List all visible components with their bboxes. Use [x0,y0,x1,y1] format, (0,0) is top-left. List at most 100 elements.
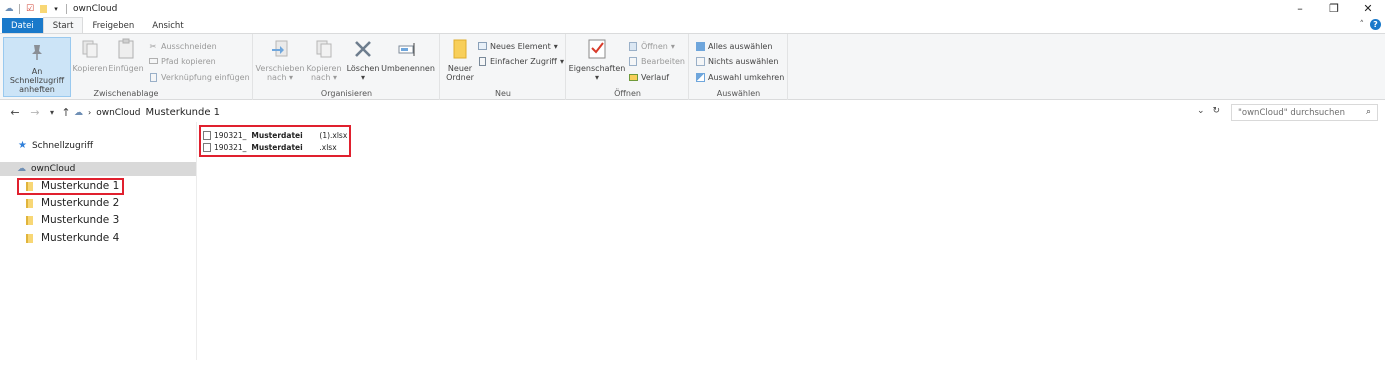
select-all-icon [695,41,705,51]
search-input[interactable]: "ownCloud" durchsuchen ⌕ [1231,104,1378,121]
copy-to-button[interactable]: Kopieren nach ▾ [306,37,342,82]
rename-icon [396,37,420,61]
location-cloud-icon: ☁ [74,107,83,118]
open-button[interactable]: Öffnen ▾ [628,40,675,52]
breadcrumb-separator-icon[interactable]: › [88,108,91,117]
move-to-label-1: Verschieben [255,64,305,73]
copy-to-label-1: Kopieren [306,64,342,73]
select-none-label: Nichts auswählen [708,56,779,66]
new-folder-icon[interactable] [38,4,48,14]
invert-selection-label: Auswahl umkehren [708,72,785,82]
delete-x-icon [351,37,375,61]
ribbon: An Schnellzugriff anheften Kopieren Einf… [0,33,1385,100]
nav-owncloud-label: ownCloud [31,164,76,174]
pin-quick-access-button[interactable]: An Schnellzugriff anheften [3,37,71,97]
copy-path-button[interactable]: Pfad kopieren [148,55,216,67]
address-row: ← → ▾ ↑ ☁ › ownCloud Musterkunde 1 ⌄ ↻ "… [0,103,1385,122]
properties-check-icon[interactable]: ☑ [25,4,35,14]
up-arrow-icon[interactable]: ↑ [59,106,73,119]
move-to-label-2: nach ▾ [266,73,293,82]
cloud-icon: ☁ [4,3,14,14]
select-all-button[interactable]: Alles auswählen [695,40,772,52]
open-group-label: Öffnen [614,89,641,98]
forward-arrow-icon[interactable]: → [28,106,42,119]
nav-quick-access-label: Schnellzugriff [31,140,94,151]
help-icon[interactable]: ? [1370,19,1381,30]
invert-selection-button[interactable]: Auswahl umkehren [695,71,784,83]
history-icon [628,72,638,82]
properties-label: Eigenschaften [568,64,626,73]
nav-owncloud[interactable]: ☁ ownCloud [0,162,196,176]
cut-button[interactable]: ✂ Ausschneiden [148,40,217,52]
window-controls: – ❐ ✕ [1283,0,1385,17]
properties-icon [585,37,609,61]
new-item-label: Neues Element [490,41,551,51]
new-folder-button[interactable]: Neuer Ordner [445,37,475,82]
tab-file[interactable]: Datei [2,18,43,33]
copy-to-label-2: nach ▾ [310,73,337,82]
breadcrumb-owncloud[interactable]: ownCloud [96,108,140,118]
paste-shortcut-button[interactable]: Verknüpfung einfügen [148,71,250,83]
ribbon-tab-row: Datei Start Freigeben Ansicht ˄ ? [0,17,1385,33]
copy-button[interactable]: Kopieren [72,37,108,73]
folder-icon [26,198,33,208]
rename-button[interactable]: Umbenennen [381,37,435,73]
history-button[interactable]: Verlauf [628,71,669,83]
nav-quick-access[interactable]: ★ Schnellzugriff [18,140,93,151]
delete-button[interactable]: Löschen ▾ [346,37,380,82]
properties-button[interactable]: Eigenschaften ▾ [569,37,625,82]
customize-qat-chevron-icon[interactable]: ▾ [51,4,61,14]
tab-view[interactable]: Ansicht [143,18,192,33]
refresh-icon[interactable]: ↻ [1213,106,1221,116]
copy-icon [78,37,102,61]
folder-icon [26,215,33,225]
nav-folder-2[interactable]: Musterkunde 2 [26,197,119,209]
search-icon[interactable]: ⌕ [1366,107,1371,117]
invert-selection-icon [695,72,705,82]
group-organize: Verschieben nach ▾ Kopieren nach ▾ Lösch… [254,34,440,100]
nav-folder-4-label: Musterkunde 4 [41,232,120,244]
cloud-icon: ☁ [17,164,26,174]
folder-icon [26,233,33,243]
star-icon: ★ [18,140,27,151]
move-to-icon [268,37,292,61]
qat-divider [19,3,20,14]
title-divider [66,3,67,14]
address-actions: ⌄ ↻ [1197,106,1220,116]
restore-button[interactable]: ❐ [1317,0,1351,17]
path-icon [148,56,158,66]
nav-folder-2-label: Musterkunde 2 [41,197,120,209]
new-item-button[interactable]: Neues Element ▾ [477,40,558,52]
address-bar[interactable]: ☁ › ownCloud Musterkunde 1 [74,104,1224,121]
edit-button[interactable]: Bearbeiten [628,55,685,67]
file-list: 190321_ Musterdatei (1).xlsx 190321_ Mus… [198,122,1385,360]
recent-locations-chevron-icon[interactable]: ▾ [45,108,59,117]
breadcrumb-current[interactable]: Musterkunde 1 [145,107,220,118]
nav-folder-4[interactable]: Musterkunde 4 [26,232,119,244]
minimize-button[interactable]: – [1283,0,1317,17]
move-to-button[interactable]: Verschieben nach ▾ [255,37,305,82]
pin-label-1: An Schnellzugriff [9,67,65,85]
easy-access-label: Einfacher Zugriff [490,56,557,66]
paste-shortcut-label: Verknüpfung einfügen [161,72,250,82]
address-dropdown-chevron-icon[interactable]: ⌄ [1197,106,1205,116]
edit-icon [628,56,638,66]
nav-folder-3[interactable]: Musterkunde 3 [26,214,119,226]
tab-share[interactable]: Freigeben [83,18,143,33]
new-item-chevron-icon: ▾ [553,41,558,51]
easy-access-chevron-icon: ▾ [559,56,564,66]
back-arrow-icon[interactable]: ← [8,106,22,119]
copy-path-label: Pfad kopieren [161,56,216,66]
tab-start[interactable]: Start [42,17,84,33]
select-none-button[interactable]: Nichts auswählen [695,55,778,67]
close-button[interactable]: ✕ [1351,0,1385,17]
shortcut-icon [148,72,158,82]
new-group-label: Neu [495,89,511,98]
scissors-icon: ✂ [149,41,157,51]
nav-folder-3-label: Musterkunde 3 [41,214,120,226]
paste-button[interactable]: Einfügen [108,37,144,73]
collapse-ribbon-icon[interactable]: ˄ [1360,20,1365,30]
quick-access-toolbar: ☁ ☑ ▾ [0,3,69,14]
easy-access-button[interactable]: Einfacher Zugriff ▾ [477,55,564,67]
rename-label: Umbenennen [381,64,435,73]
